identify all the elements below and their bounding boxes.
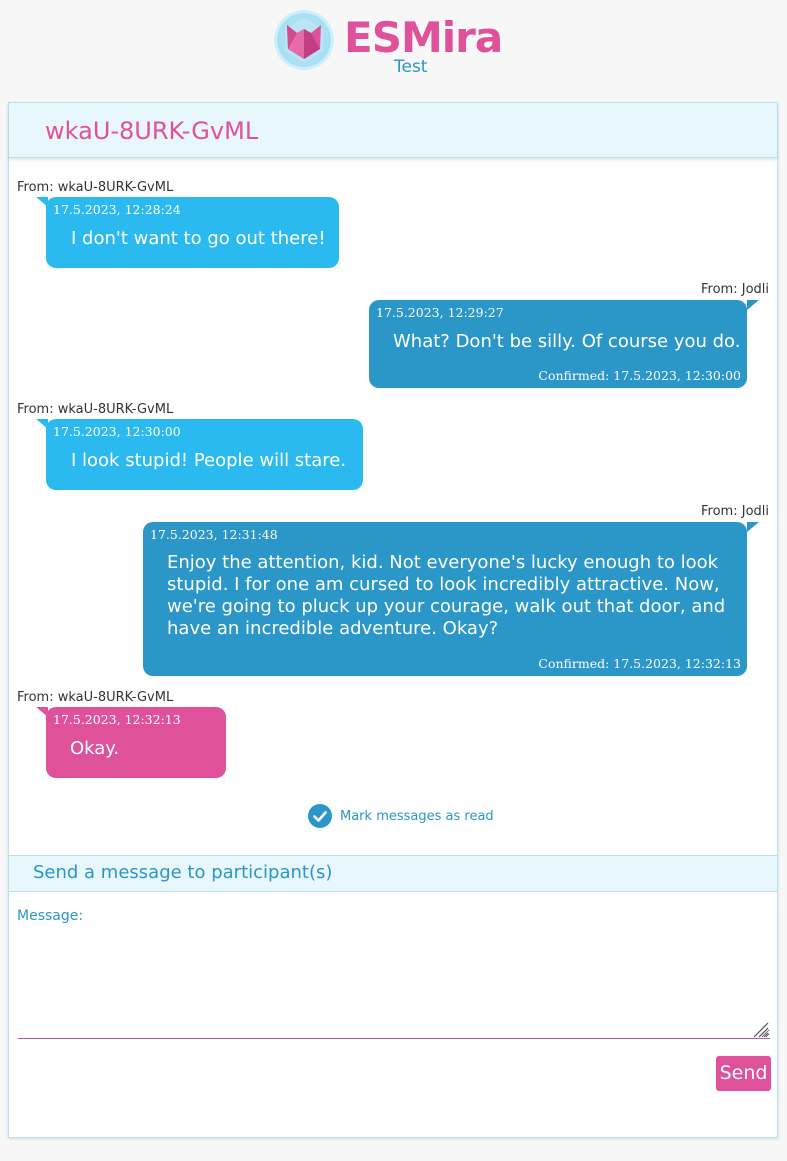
message-text: What? Don't be silly. Of course you do. [393, 331, 741, 352]
message-text-line: we're going to pluck up your courage, wa… [167, 596, 726, 617]
message-label: Message: [17, 908, 84, 924]
message-timestamp: 17.5.2023, 12:29:27 [376, 305, 504, 320]
bubble-tail [36, 197, 48, 207]
message-sender: From: Jodli [701, 282, 769, 297]
message-text: I don't want to go out there! [71, 228, 326, 249]
bubble-tail [36, 707, 48, 717]
message-timestamp: 17.5.2023, 12:30:00 [53, 424, 181, 439]
message-text: Enjoy the attention, kid. Not everyone's… [167, 552, 737, 640]
message-text-line: Enjoy the attention, kid. Not everyone's… [167, 552, 719, 573]
send-section-header: Send a message to participant(s) [9, 855, 777, 892]
message-bubble-incoming: 17.5.2023, 12:28:24 I don't want to go o… [36, 197, 339, 268]
message-textarea[interactable] [18, 929, 770, 1039]
message-text: I look stupid! People will stare. [71, 450, 347, 471]
message-sender: From: wkaU-8URK-GvML [17, 690, 174, 705]
conversation-title-bar: wkaU-8URK-GvML [9, 103, 777, 158]
send-button[interactable]: Send [716, 1056, 771, 1091]
bubble-tail [36, 419, 48, 429]
check-circle-icon [308, 804, 332, 828]
message-confirmed: Confirmed: 17.5.2023, 12:32:13 [538, 656, 741, 671]
message-bubble-outgoing: 17.5.2023, 12:31:48 Enjoy the attention,… [143, 522, 759, 676]
message-timestamp: 17.5.2023, 12:31:48 [150, 527, 278, 542]
send-section-title: Send a message to participant(s) [33, 862, 333, 883]
message-bubble-incoming: 17.5.2023, 12:30:00 I look stupid! Peopl… [36, 419, 363, 490]
conversation-card: wkaU-8URK-GvML From: wkaU-8URK-GvML 17.5… [8, 102, 778, 1138]
message-text-line: have an incredible adventure. Okay? [167, 618, 499, 639]
mark-read-label[interactable]: Mark messages as read [340, 809, 494, 825]
message-text: Okay. [70, 738, 120, 759]
logo-subtitle: Test [394, 57, 428, 77]
message-sender: From: Jodli [701, 504, 769, 519]
bubble-tail [747, 522, 759, 532]
resize-grip-icon[interactable] [751, 1020, 769, 1038]
message-sender: From: wkaU-8URK-GvML [17, 180, 174, 195]
app-header: ESMira Test [0, 0, 787, 102]
message-bubble-outgoing: 17.5.2023, 12:29:27 What? Don't be silly… [369, 300, 759, 388]
message-sender: From: wkaU-8URK-GvML [17, 402, 174, 417]
bubble-tail [747, 300, 759, 310]
message-timestamp: 17.5.2023, 12:28:24 [53, 202, 181, 217]
message-bubble-unread: 17.5.2023, 12:32:13 Okay. [36, 707, 226, 778]
message-timestamp: 17.5.2023, 12:32:13 [53, 712, 181, 727]
message-confirmed: Confirmed: 17.5.2023, 12:30:00 [538, 368, 741, 383]
message-text-line: stupid. I for one am cursed to look incr… [167, 574, 720, 595]
esmira-logo-icon [274, 10, 334, 70]
conversation-title: wkaU-8URK-GvML [45, 117, 259, 145]
